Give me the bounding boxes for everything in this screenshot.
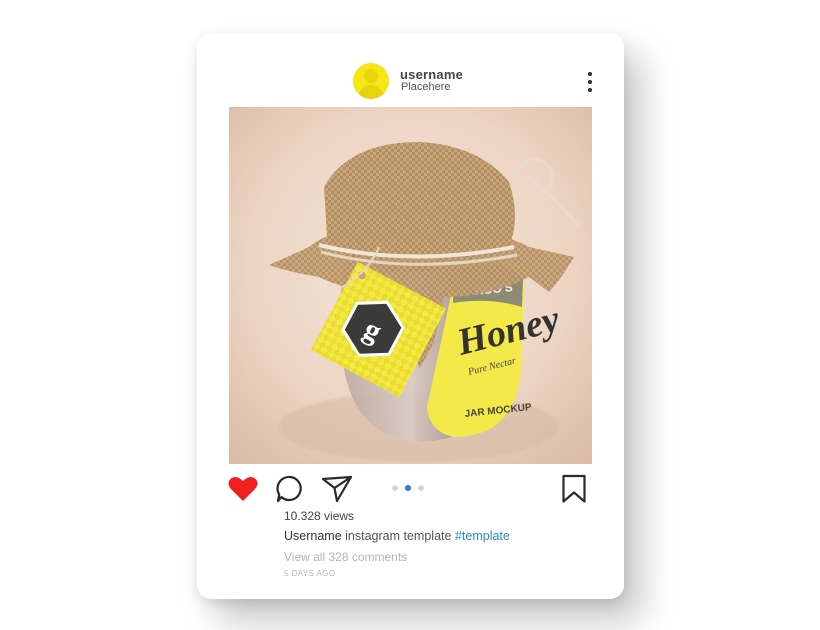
post-caption: Username instagram template #template (284, 526, 614, 547)
post-actions (197, 471, 624, 507)
bookmark-icon[interactable] (561, 474, 587, 504)
carousel-dot[interactable] (392, 485, 398, 491)
user-avatar-icon[interactable] (353, 63, 389, 99)
caption-text: instagram template (345, 529, 452, 543)
post-meta: 10.328 views Username instagram template… (284, 507, 614, 581)
post-header: username Placehere (197, 33, 624, 108)
more-dot (588, 88, 592, 92)
avatar-body (358, 85, 384, 99)
more-dot (588, 72, 592, 76)
post-location[interactable]: Placehere (401, 81, 451, 93)
more-vertical-icon[interactable] (583, 71, 597, 93)
views-count[interactable]: 10.328 views (284, 507, 614, 526)
send-paper-plane-icon[interactable] (321, 475, 353, 503)
post-timestamp: 5 DAYS AGO (284, 569, 336, 578)
carousel-dot-active[interactable] (405, 485, 411, 491)
instagram-post-card: username Placehere Honey Pure Nectar JAR… (197, 33, 624, 599)
heart-icon[interactable] (228, 476, 258, 502)
post-username[interactable]: username (400, 67, 463, 82)
caption-username[interactable]: Username (284, 529, 342, 543)
stage: username Placehere Honey Pure Nectar JAR… (0, 0, 820, 630)
more-dot (588, 80, 592, 84)
avatar-head (364, 69, 378, 83)
carousel-indicator (392, 485, 432, 493)
caption-hashtag[interactable]: #template (455, 529, 510, 543)
view-comments-link[interactable]: View all 328 comments (284, 547, 614, 567)
honey-jar-image: ROO'S Honey Pure Nectar JAR MOCKUP g (229, 107, 592, 464)
carousel-dot[interactable] (418, 485, 424, 491)
comment-bubble-icon[interactable] (276, 475, 304, 503)
post-photo[interactable]: ROO'S Honey Pure Nectar JAR MOCKUP g (229, 107, 592, 464)
